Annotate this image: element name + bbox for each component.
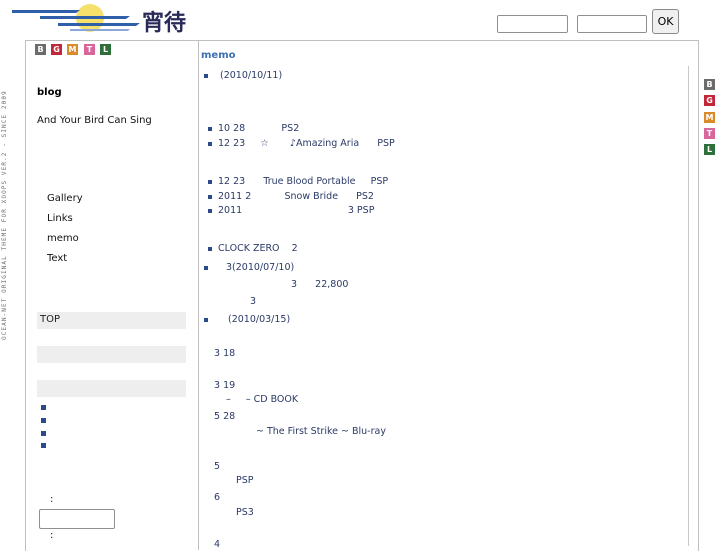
logo-text: 宵待 [142, 10, 186, 36]
nav-gallery[interactable]: Gallery [47, 193, 83, 204]
list-bullet [41, 405, 46, 410]
memo-line: (2010/03/15) [228, 314, 291, 325]
tag-m[interactable]: M [67, 44, 78, 55]
nav-text[interactable]: Text [47, 253, 67, 264]
tag-g[interactable]: G [51, 44, 62, 55]
memo-line: 5 28 [214, 411, 236, 422]
search-input-2[interactable] [577, 15, 647, 33]
tag-b-right[interactable]: B [704, 79, 715, 90]
tag-t-right[interactable]: T [704, 128, 715, 139]
scroll-track[interactable] [688, 66, 689, 546]
memo-line[interactable]: 12 23 ☆ ♪Amazing Aria PSP [218, 138, 395, 149]
list-bullet [41, 431, 46, 436]
section-title: memo [201, 50, 236, 61]
ok-button[interactable]: OK [652, 9, 679, 34]
bullet-icon [208, 180, 212, 184]
memo-line: ~ The First Strike ~ Blu-ray [256, 426, 386, 437]
empty-bar-2 [37, 380, 186, 397]
field-colon: : [50, 494, 54, 505]
search-input[interactable] [497, 15, 568, 33]
bullet-icon [204, 74, 208, 78]
empty-bar-1 [37, 346, 186, 363]
bullet-icon [208, 209, 212, 213]
blog-heading: blog [37, 87, 62, 98]
tag-l-right[interactable]: L [704, 144, 715, 155]
site-logo[interactable]: 宵待 [10, 2, 200, 38]
list-bullet [41, 418, 46, 423]
tag-g-right[interactable]: G [704, 95, 715, 106]
memo-line: PSP [236, 475, 254, 486]
bullet-icon [204, 266, 208, 270]
bullet-icon [208, 195, 212, 199]
nav-links[interactable]: Links [47, 213, 73, 224]
bullet-icon [204, 318, 208, 322]
top-label: TOP [40, 314, 61, 325]
top-bar[interactable]: TOP [37, 312, 186, 329]
list-bullet [41, 443, 46, 448]
memo-line: (2010/10/11) [220, 70, 283, 81]
memo-line[interactable]: 2011 3 PSP [218, 205, 374, 216]
memo-line: 3(2010/07/10) [226, 262, 295, 273]
memo-line: 5 [214, 461, 221, 472]
tag-b[interactable]: B [35, 44, 46, 55]
bullet-icon [208, 247, 212, 251]
bullet-icon [208, 127, 212, 131]
tag-m-right[interactable]: M [704, 112, 715, 123]
memo-line: 3 18 [214, 348, 236, 359]
memo-line: 6 [214, 492, 221, 503]
tag-l[interactable]: L [100, 44, 111, 55]
memo-line[interactable]: 2011 2 Snow Bride PS2 [218, 191, 374, 202]
field-colon-2: : [50, 530, 54, 541]
memo-line: – – CD BOOK [226, 394, 299, 405]
memo-line[interactable]: CLOCK ZERO 2 [218, 243, 298, 254]
memo-line: PS3 [236, 507, 254, 518]
bullet-icon [208, 142, 212, 146]
memo-line: 3 22,800 [291, 279, 349, 290]
memo-line[interactable]: 10 28 PS2 [218, 123, 299, 134]
memo-line: 3 19 [214, 380, 236, 391]
tag-t[interactable]: T [84, 44, 95, 55]
vertical-credit-text: OCEAN-NET ORIGINAL THEME FOR XOOPS VER.2… [1, 90, 8, 340]
blog-title[interactable]: And Your Bird Can Sing [37, 115, 152, 126]
memo-line: 3 [250, 296, 257, 307]
sidebar-input[interactable] [39, 509, 115, 529]
nav-memo[interactable]: memo [47, 233, 79, 244]
memo-line[interactable]: 12 23 True Blood Portable PSP [218, 176, 388, 187]
